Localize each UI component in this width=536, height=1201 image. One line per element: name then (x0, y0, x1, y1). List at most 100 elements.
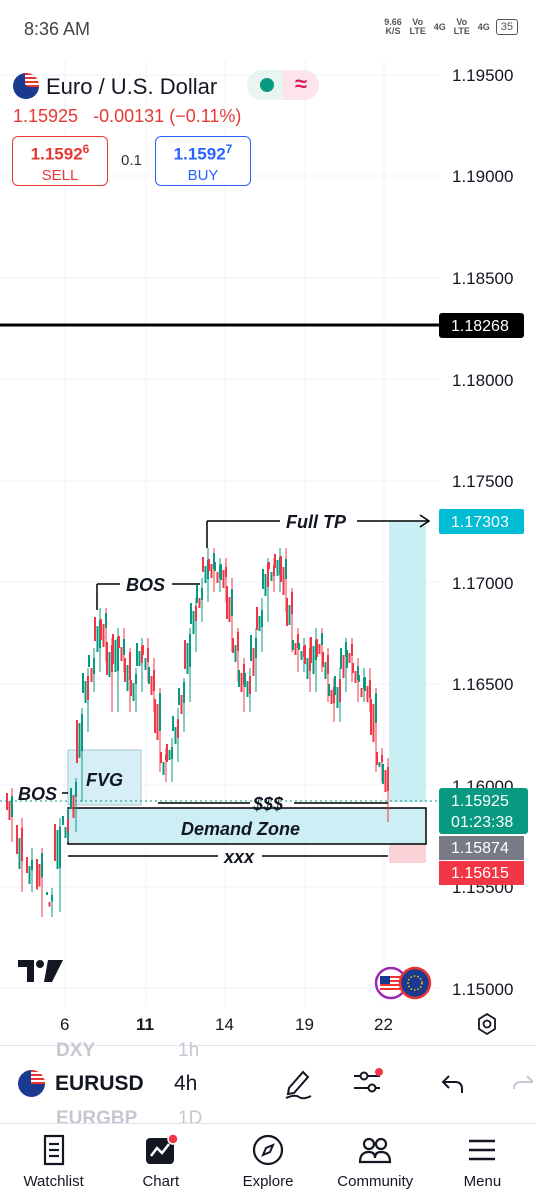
candle (18, 838, 21, 869)
candle (255, 638, 257, 658)
candle (156, 704, 159, 740)
candle (225, 567, 227, 577)
candle (93, 658, 95, 674)
symbol-title[interactable]: Euro / U.S. Dollar (46, 74, 217, 100)
candle (334, 676, 336, 695)
candle (304, 645, 306, 664)
candle (118, 636, 120, 648)
price-change: -0.00131 (93, 106, 165, 126)
candle (172, 716, 174, 731)
battery-icon: 35 (495, 19, 518, 35)
candle (382, 764, 384, 784)
candle (354, 671, 357, 683)
candle (64, 827, 67, 838)
candle (135, 674, 137, 684)
compass-icon (252, 1134, 284, 1166)
candle (28, 866, 31, 884)
candle (378, 762, 381, 767)
candle (270, 572, 273, 581)
demand-zone-annotation: Demand Zone (181, 819, 300, 839)
candle (246, 681, 249, 697)
candle (351, 644, 353, 656)
candle (21, 828, 23, 861)
candle (160, 752, 162, 763)
nav-chart[interactable]: Chart (107, 1124, 214, 1201)
price-change-pct: (−0.11%) (169, 106, 242, 126)
candle (54, 824, 56, 861)
indicators-icon[interactable] (352, 1068, 384, 1098)
nav-explore[interactable]: Explore (214, 1124, 321, 1201)
candle (96, 626, 99, 652)
candle (126, 665, 129, 691)
interval-selector[interactable]: 4h (174, 1072, 197, 1096)
candle (322, 652, 324, 667)
candle (328, 684, 330, 696)
candle (59, 827, 61, 868)
candle (222, 570, 225, 588)
candle (348, 653, 351, 663)
price-axis-label: 1.17000 (452, 574, 513, 593)
candle (226, 586, 228, 619)
sell-button[interactable]: 1.15926 SELL (12, 136, 108, 186)
nav-label: Community (337, 1173, 414, 1190)
volte-icon: Vo LTE (409, 17, 426, 36)
candle (67, 819, 69, 832)
candle (90, 668, 93, 682)
candle (136, 643, 138, 666)
stop-tag: 1.15615 (451, 865, 509, 882)
currency-flags-icon[interactable] (374, 966, 434, 1000)
nav-watchlist[interactable]: Watchlist (0, 1124, 107, 1201)
drawing-tool-icon[interactable] (283, 1066, 313, 1100)
buy-button[interactable]: 1.15927 BUY (155, 136, 251, 186)
candle (82, 673, 84, 693)
candle (369, 680, 371, 698)
candle (180, 695, 183, 714)
candle (87, 676, 89, 700)
candle (76, 720, 78, 763)
candle (366, 686, 369, 702)
date-axis-label: 22 (374, 1015, 393, 1034)
candle (16, 825, 18, 854)
status-time: 8:36 AM (24, 19, 91, 39)
volte-icon: Vo LTE (453, 17, 470, 36)
candle (339, 679, 341, 702)
date-axis-label: 14 (215, 1015, 234, 1034)
entry-tag: 1.15874 (451, 840, 509, 857)
market-open-icon (260, 78, 274, 92)
candle (324, 662, 327, 679)
redo-icon[interactable] (510, 1072, 536, 1096)
candle (72, 795, 75, 818)
symbol-selector[interactable]: EURUSD (55, 1072, 144, 1096)
candle (330, 690, 333, 704)
candle (201, 588, 203, 600)
candle (78, 723, 81, 758)
candle (166, 744, 168, 762)
nav-label: Menu (463, 1173, 502, 1190)
candle (38, 864, 41, 887)
nav-community[interactable]: Community (322, 1124, 429, 1201)
candle (294, 643, 297, 655)
date-axis-label: 19 (295, 1015, 314, 1034)
candle (312, 646, 315, 674)
candle (250, 635, 252, 661)
candle (234, 645, 237, 662)
candle (102, 624, 105, 647)
candle (381, 755, 383, 762)
candle (190, 603, 192, 624)
candle (300, 651, 303, 660)
candle (364, 677, 366, 691)
candle (318, 644, 321, 654)
candle (352, 663, 354, 673)
undo-icon[interactable] (440, 1072, 466, 1096)
candle (276, 560, 279, 576)
take-profit-zone (389, 521, 426, 802)
candle (316, 639, 318, 657)
market-status-toggle[interactable]: ≈ (247, 70, 319, 100)
candle (238, 670, 240, 687)
chart-settings-icon[interactable] (475, 1012, 499, 1036)
candle (310, 637, 312, 663)
candle (220, 564, 222, 580)
nav-menu[interactable]: Menu (429, 1124, 536, 1201)
tp-tag: 1.17303 (451, 514, 509, 531)
candle (285, 559, 287, 579)
